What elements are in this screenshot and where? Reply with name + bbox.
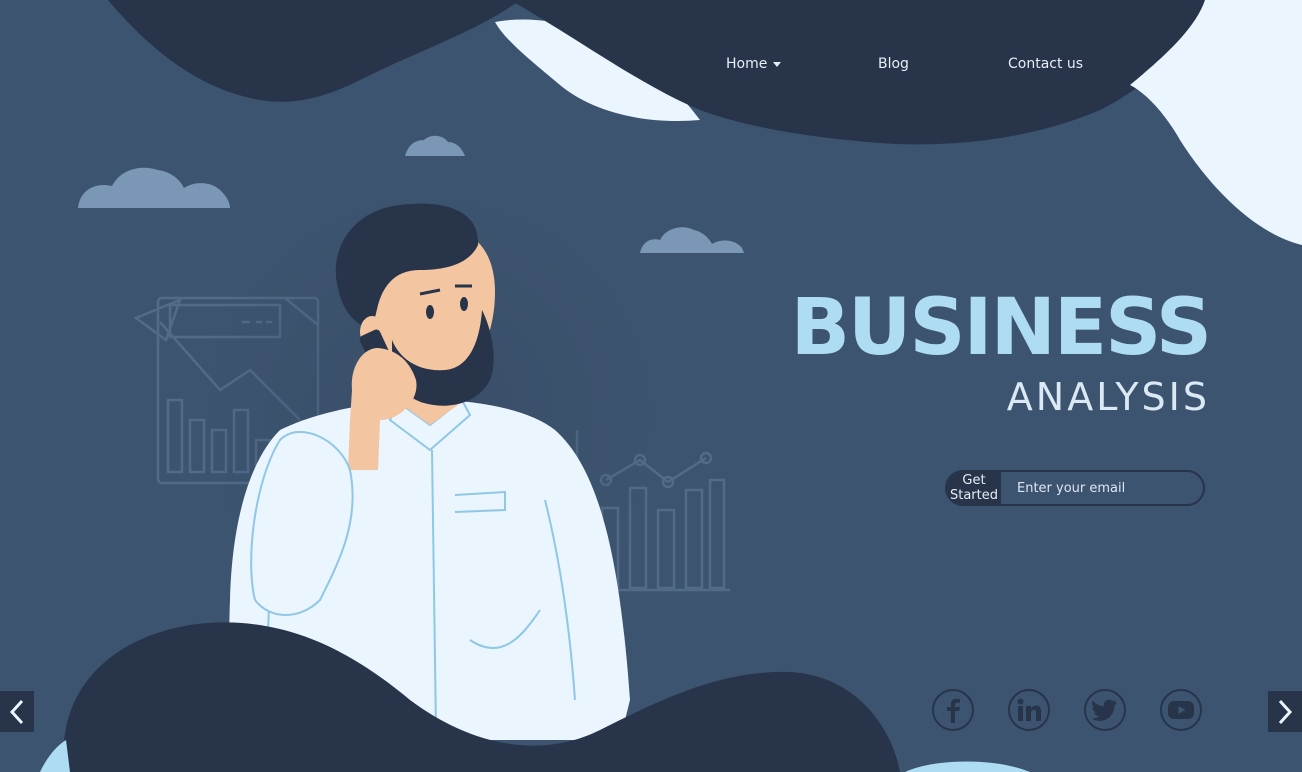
carousel-prev-button[interactable] bbox=[0, 691, 34, 732]
get-started-button[interactable]: Get Started bbox=[947, 472, 1001, 504]
hero-subtitle: ANALYSIS bbox=[1006, 375, 1210, 419]
nav-item-label: Contact us bbox=[1008, 56, 1084, 72]
carousel-next-button[interactable] bbox=[1268, 691, 1302, 732]
youtube-icon[interactable] bbox=[1160, 689, 1202, 731]
email-input[interactable] bbox=[1001, 472, 1203, 504]
caret-down-icon bbox=[773, 61, 782, 67]
nav-item-label: Home bbox=[726, 56, 768, 72]
nav-item-label: Blog bbox=[878, 56, 909, 72]
nav-item-home[interactable]: Home bbox=[726, 52, 782, 76]
bottom-left-light bbox=[40, 740, 70, 772]
social-links bbox=[932, 689, 1212, 735]
twitter-icon[interactable] bbox=[1084, 689, 1126, 731]
signup-form: Get Started bbox=[945, 470, 1205, 506]
nav-item-blog[interactable]: Blog bbox=[878, 52, 909, 76]
top-nav: Home Blog Contact us bbox=[0, 52, 1302, 76]
chevron-left-icon bbox=[9, 699, 24, 724]
facebook-icon[interactable] bbox=[932, 689, 974, 731]
linkedin-icon[interactable] bbox=[1008, 689, 1050, 731]
hero-title: BUSINESS bbox=[790, 283, 1212, 373]
bottom-right-light bbox=[905, 761, 1030, 772]
nav-item-contact[interactable]: Contact us bbox=[1008, 52, 1083, 76]
top-left-blob bbox=[108, 0, 520, 102]
chevron-right-icon bbox=[1278, 699, 1293, 724]
